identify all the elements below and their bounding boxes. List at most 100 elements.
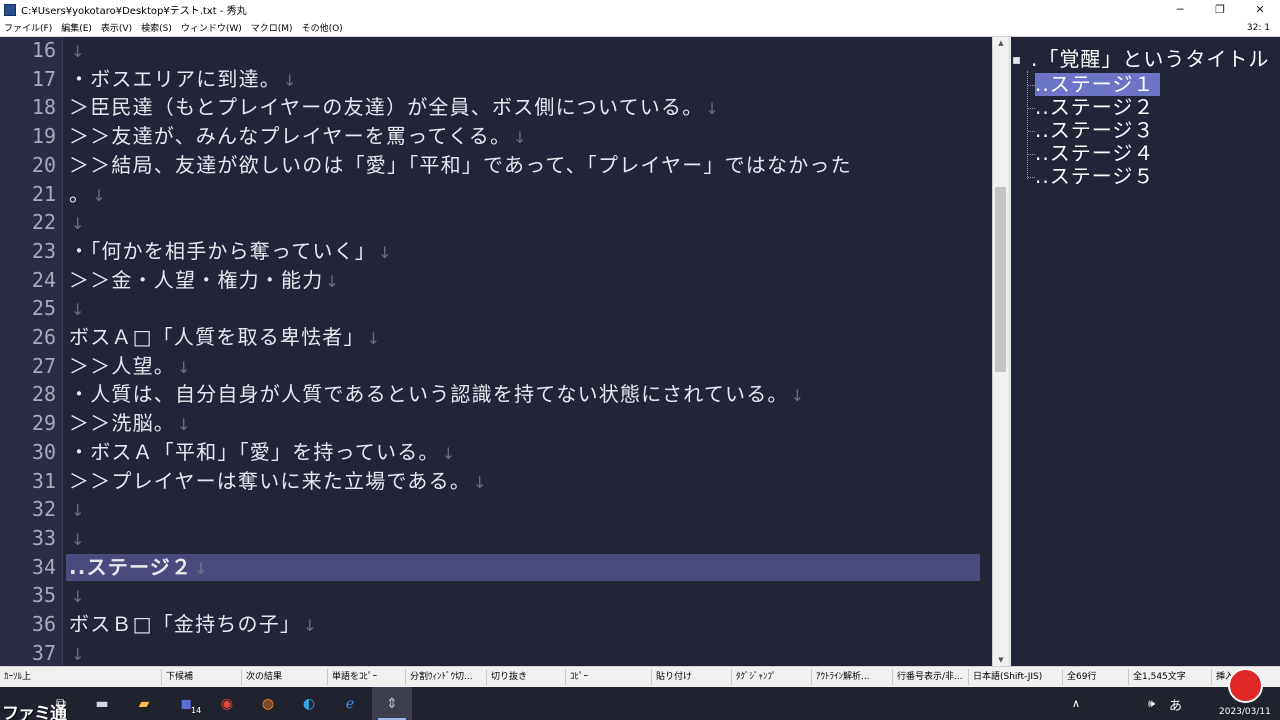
line-content: ボスＢ□「金持ちの子」 xyxy=(69,612,302,636)
editor-line[interactable]: 33 ↓ xyxy=(0,524,992,553)
editor-line[interactable]: 27 ＞＞人望。 ↓ xyxy=(0,352,992,381)
scroll-down-icon[interactable]: ▼ xyxy=(993,654,1009,666)
menu-search[interactable]: 検索(S) xyxy=(137,21,177,34)
menu-window[interactable]: ウィンドウ(W) xyxy=(177,21,247,34)
editor-line[interactable]: 18 ＞臣民達（もとプレイヤーの友達）が全員、ボス側についている。 ↓ xyxy=(0,93,992,122)
tree-branch xyxy=(1028,85,1035,86)
line-content: ＞＞プレイヤーは奪いに来た立場である。 xyxy=(69,468,471,493)
function-key-2[interactable]: 下候補 xyxy=(166,667,193,687)
line-content: ボスＡ□「人質を取る卑怯者」 xyxy=(69,325,365,349)
newline-arrow-icon: ↓ xyxy=(71,42,86,61)
ime-indicator[interactable]: あ xyxy=(1169,695,1182,714)
line-content: ..ステージ２ xyxy=(69,554,193,579)
tree-collapse-icon[interactable] xyxy=(1013,57,1020,64)
line-number: 18 xyxy=(31,95,56,120)
editor-line[interactable]: 22 ↓ xyxy=(0,208,992,237)
minimize-icon[interactable]: ─ xyxy=(1160,0,1200,19)
outline-item[interactable]: ..ステージ１ xyxy=(1035,73,1161,96)
function-key-separator xyxy=(1128,669,1129,685)
tray-chevron-icon[interactable]: ∧ xyxy=(1072,697,1080,710)
menu-edit[interactable]: 編集(E) xyxy=(57,21,97,34)
line-number: 27 xyxy=(31,353,56,378)
editor-line[interactable]: 29 ＞＞洗脳。 ↓ xyxy=(0,409,992,438)
editor-line[interactable]: 23 ・「何かを相手から奪っていく」 ↓ xyxy=(0,237,992,266)
editor-line[interactable]: 20 ＞＞結局、友達が欲しいのは「愛」「平和」であって、「プレイヤー」ではなかった xyxy=(0,151,992,180)
newline-arrow-icon: ↓ xyxy=(378,242,393,262)
chrome-icon[interactable]: ◉ xyxy=(216,693,238,715)
scrollbar-thumb[interactable] xyxy=(995,187,1006,372)
editor-line[interactable]: 25 ↓ xyxy=(0,294,992,323)
cursor-position: 32: 1 xyxy=(1246,22,1270,33)
function-key-9[interactable]: ﾀｸﾞｼﾞｬﾝﾌﾟ xyxy=(736,667,777,687)
function-key-7[interactable]: ｺﾋﾟｰ xyxy=(570,667,588,687)
hidemaru-icon[interactable]: ⇕ xyxy=(381,693,403,715)
editor-line[interactable]: 16 ↓ xyxy=(0,37,992,65)
line-content: ＞＞金・人望・権力・能力 xyxy=(69,267,324,292)
function-key-8[interactable]: 貼り付け xyxy=(656,667,692,687)
close-icon[interactable]: ✕ xyxy=(1240,0,1280,19)
editor-line[interactable]: 37 ↓ xyxy=(0,639,992,666)
function-key-4[interactable]: 単語をｺﾋﾟｰ xyxy=(332,667,377,687)
outline-item[interactable]: ..ステージ４ xyxy=(1035,142,1154,165)
editor-line[interactable]: 19 ＞＞友達が、みんなプレイヤーを罵ってくる。 ↓ xyxy=(0,122,992,151)
newline-arrow-icon: ↓ xyxy=(513,128,528,148)
outline-item[interactable]: ..ステージ５ xyxy=(1035,165,1154,188)
editor-line[interactable]: 17 ・ボスエリアに到達。 ↓ xyxy=(0,65,992,94)
editor-line[interactable]: 36 ボスＢ□「金持ちの子」 ↓ xyxy=(0,610,992,639)
newline-arrow-icon: ↓ xyxy=(92,185,107,205)
function-key-14[interactable]: 全1,545文字 xyxy=(1133,667,1186,687)
editor-line[interactable]: 28 ・人質は、自分自身が人質であるという認識を持てない状態にされている。 ↓ xyxy=(0,380,992,409)
line-number: 25 xyxy=(31,296,56,321)
newline-arrow-icon: ↓ xyxy=(473,472,488,492)
line-content: 。 xyxy=(69,181,91,206)
menu-file[interactable]: ファイル(F) xyxy=(0,21,57,34)
terminal-icon[interactable]: ▬ xyxy=(91,693,113,715)
function-key-10[interactable]: ｱｳﾄﾗｲﾝ解析... xyxy=(816,667,870,687)
newline-arrow-icon: ↓ xyxy=(71,529,86,549)
line-text: ＞＞友達が、みんなプレイヤーを罵ってくる。 ↓ xyxy=(69,122,528,152)
line-number: 19 xyxy=(31,124,56,149)
menu-view[interactable]: 表示(V) xyxy=(97,21,137,34)
line-text: ↓ xyxy=(69,208,86,238)
editor-line[interactable]: 21 。 ↓ xyxy=(0,180,992,209)
function-key-6[interactable]: 切り抜き xyxy=(491,667,527,687)
editor-line[interactable]: 32 ↓ xyxy=(0,495,992,524)
scroll-up-icon[interactable]: ▲ xyxy=(993,37,1009,49)
function-key-3[interactable]: 次の結果 xyxy=(246,667,282,687)
outline-item[interactable]: ..ステージ２ xyxy=(1035,96,1154,119)
function-key-12[interactable]: 日本語(Shift-JIS) xyxy=(973,667,1042,687)
line-number: 37 xyxy=(31,640,56,665)
editor-vertical-scrollbar[interactable]: ▲ ▼ xyxy=(992,37,1008,666)
function-key-11[interactable]: 行番号表示/非... xyxy=(897,667,963,687)
function-key-separator xyxy=(1211,669,1212,685)
file-explorer-icon[interactable]: ▰ xyxy=(133,693,155,715)
editor-line[interactable]: 30 ・ボスＡ「平和」「愛」を持っている。 ↓ xyxy=(0,438,992,467)
function-key-1[interactable]: ｶｰｿﾙ上 xyxy=(4,667,31,687)
line-number: 30 xyxy=(31,439,56,464)
firefox-icon[interactable]: ◍ xyxy=(257,693,279,715)
volume-icon[interactable]: 🕪 xyxy=(1148,697,1155,711)
editor-line[interactable]: 35 ↓ xyxy=(0,581,992,610)
outline-item[interactable]: ..ステージ３ xyxy=(1035,119,1154,142)
line-text: ↓ xyxy=(69,495,86,525)
line-number: 16 xyxy=(31,38,56,62)
restore-icon[interactable]: ❐ xyxy=(1200,0,1240,19)
tray-date[interactable]: 2023/03/11 xyxy=(1219,707,1271,717)
menu-other[interactable]: その他(O) xyxy=(298,21,348,34)
editor-line[interactable]: 34 ..ステージ２ ↓ xyxy=(0,553,992,582)
ie-icon[interactable]: ℯ xyxy=(339,693,361,715)
window-controls: ─ ❐ ✕ xyxy=(1160,0,1280,19)
editor-line[interactable]: 31 ＞＞プレイヤーは奪いに来た立場である。 ↓ xyxy=(0,467,992,496)
function-key-13[interactable]: 全69行 xyxy=(1067,667,1096,687)
famitsu-logo: ファミ通 xyxy=(2,704,67,720)
function-key-5[interactable]: 分割ｳｨﾝﾄﾞｳ切... xyxy=(410,667,473,687)
editor-line[interactable]: 26 ボスＡ□「人質を取る卑怯者」 ↓ xyxy=(0,323,992,352)
newline-arrow-icon: ↓ xyxy=(194,558,209,578)
editor-line[interactable]: 24 ＞＞金・人望・権力・能力 ↓ xyxy=(0,266,992,295)
edge-icon[interactable]: ◐ xyxy=(298,693,320,715)
function-key-separator xyxy=(241,669,242,685)
text-editor[interactable]: 16 ↓ 17 ・ボスエリアに到達。 ↓ 18 ＞臣民達（もとプレイヤーの友達）が全員、ボス… xyxy=(0,37,992,666)
tree-branch xyxy=(1028,131,1035,132)
menu-macro[interactable]: マクロ(M) xyxy=(247,21,298,34)
outline-item[interactable]: .「覚醒」というタイトル xyxy=(1031,48,1269,71)
